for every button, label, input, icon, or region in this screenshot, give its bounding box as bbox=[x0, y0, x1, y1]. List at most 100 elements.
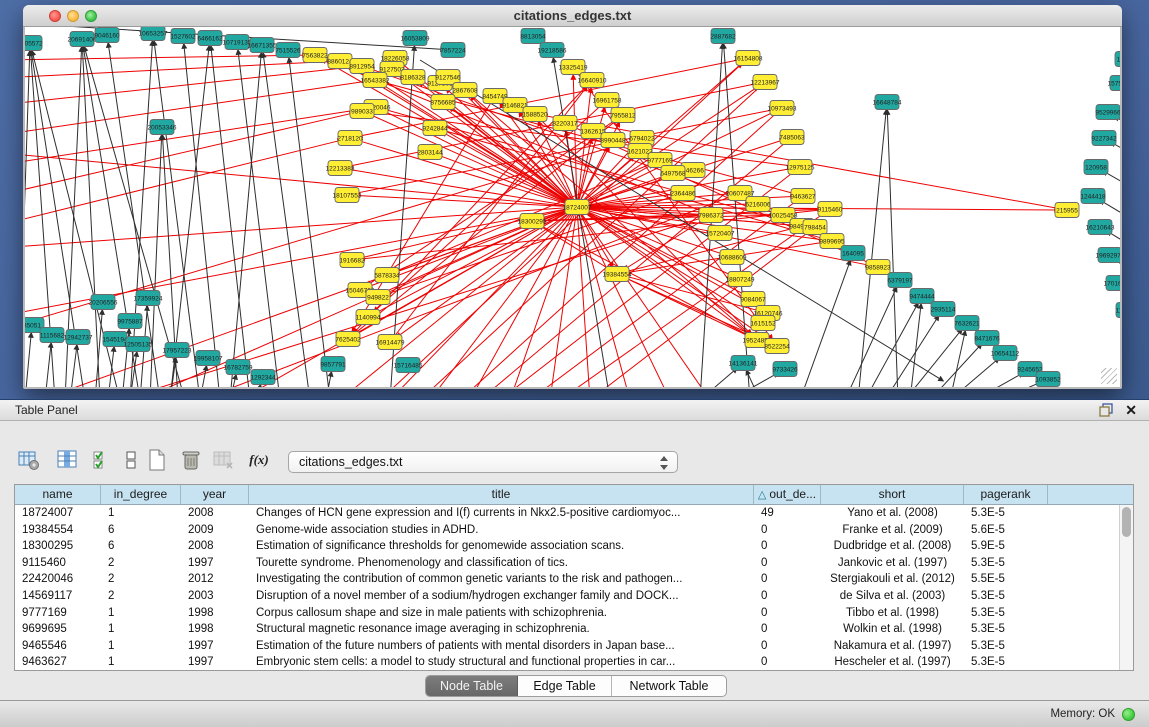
graph-node-label: 9858923 bbox=[865, 264, 891, 271]
table-row[interactable]: 1456911722003Disruption of a novel membe… bbox=[15, 588, 1119, 605]
table-selector[interactable]: citations_edges.txt bbox=[288, 451, 678, 473]
table-row[interactable]: 969969511998Structural magnetic resonanc… bbox=[15, 621, 1119, 638]
select-rows-icon[interactable] bbox=[88, 445, 118, 475]
graph-edge[interactable] bbox=[108, 347, 114, 387]
delete-table-icon[interactable] bbox=[176, 445, 206, 475]
graph-edge[interactable] bbox=[238, 50, 280, 387]
column-header-short[interactable]: short bbox=[821, 485, 964, 504]
graph-node-label: 2803144 bbox=[417, 149, 443, 156]
graph-edge[interactable] bbox=[230, 53, 261, 387]
table-row[interactable]: 1938455462009Genome-wide association stu… bbox=[15, 522, 1119, 539]
graph-edge[interactable] bbox=[70, 345, 77, 387]
tab-node-table[interactable]: Node Table bbox=[426, 676, 518, 696]
graph-edge[interactable] bbox=[885, 316, 939, 387]
graph-edge[interactable] bbox=[975, 373, 1023, 387]
table-row[interactable]: 977716911998Corpus callosum shape and si… bbox=[15, 605, 1119, 622]
tab-edge-table[interactable]: Edge Table bbox=[518, 676, 612, 696]
close-panel-icon[interactable]: ✕ bbox=[1125, 402, 1137, 418]
tab-network-table[interactable]: Network Table bbox=[612, 676, 726, 696]
table-cell: 0 bbox=[754, 522, 821, 539]
graph-edge[interactable] bbox=[263, 53, 310, 387]
table-settings-icon[interactable] bbox=[14, 445, 44, 475]
graph-edge[interactable] bbox=[845, 287, 897, 387]
float-window-icon[interactable] bbox=[1099, 403, 1113, 417]
graph-node-label: 10973493 bbox=[768, 105, 797, 112]
graph-edge[interactable] bbox=[25, 55, 307, 60]
column-header-name[interactable]: name bbox=[15, 485, 101, 504]
graph-edge[interactable] bbox=[150, 135, 162, 387]
new-table-icon[interactable] bbox=[142, 445, 172, 475]
graph-edge[interactable] bbox=[25, 61, 332, 78]
table-row[interactable]: 1872400712008Changes of HCN gene express… bbox=[15, 505, 1119, 522]
network-window: citations_edges.txt 18724007756382288601… bbox=[23, 5, 1122, 389]
table-scrollbar[interactable] bbox=[1119, 505, 1133, 670]
graph-node-label: 2405572 bbox=[25, 40, 43, 47]
memory-status-indicator[interactable] bbox=[1122, 708, 1135, 721]
graph-edge[interactable] bbox=[25, 81, 367, 135]
graph-node-label: 6497568 bbox=[660, 170, 686, 177]
graph-edge[interactable] bbox=[930, 344, 982, 387]
window-titlebar[interactable]: citations_edges.txt bbox=[23, 5, 1122, 27]
table-cell: Yano et al. (2008) bbox=[821, 505, 964, 522]
table-row[interactable]: 946554611997Estimation of the future num… bbox=[15, 638, 1119, 655]
table-cell: Nakamura et al. (1997) bbox=[821, 638, 964, 655]
graph-edge[interactable] bbox=[950, 331, 965, 387]
graph-edge[interactable] bbox=[45, 343, 51, 387]
graph-node-label: 8186328 bbox=[400, 74, 426, 81]
function-builder-icon[interactable]: f(x) bbox=[244, 445, 274, 475]
import-table-icon-disabled bbox=[208, 445, 238, 475]
graph-edge[interactable] bbox=[211, 46, 250, 387]
graph-edge[interactable] bbox=[905, 329, 962, 387]
graph-edge[interactable] bbox=[420, 60, 943, 381]
table-row[interactable]: 946362711997Embryonic stem cells: a mode… bbox=[15, 654, 1119, 670]
table-cell: 1 bbox=[101, 605, 181, 622]
column-header-pagerank[interactable]: pagerank bbox=[964, 485, 1048, 504]
graph-edge[interactable] bbox=[513, 207, 577, 387]
graph-edge[interactable] bbox=[950, 358, 999, 387]
scrollbar-thumb[interactable] bbox=[1122, 507, 1131, 537]
graph-node-label: 2867608 bbox=[452, 87, 478, 94]
table-cell: Tourette syndrome. Phenomenology and cla… bbox=[249, 555, 754, 572]
graph-edge[interactable] bbox=[865, 303, 918, 387]
graph-edge[interactable] bbox=[289, 58, 330, 387]
graph-node-label: 15720407 bbox=[706, 230, 735, 237]
graph-edge[interactable] bbox=[730, 373, 778, 387]
graph-node-label: 19384554 bbox=[603, 271, 632, 278]
column-header-in-degree[interactable]: in_degree bbox=[101, 485, 181, 504]
table-row[interactable]: 2242004622012Investigating the contribut… bbox=[15, 571, 1119, 588]
table-cell: 5.3E-5 bbox=[964, 555, 1048, 572]
table-row[interactable]: 1830029562008Estimation of significance … bbox=[15, 538, 1119, 555]
network-canvas[interactable]: 1872400775638228860124891295418226058912… bbox=[25, 27, 1120, 387]
graph-node-label: 798454 bbox=[804, 224, 826, 231]
table-cell: 0 bbox=[754, 571, 821, 588]
column-header-out-degree[interactable]: △out_de... bbox=[754, 485, 821, 504]
graph-node-label: 1292344 bbox=[250, 374, 276, 381]
network-graph[interactable]: 1872400775638228860124891295418226058912… bbox=[25, 27, 1120, 387]
column-header-title[interactable]: title bbox=[249, 485, 754, 504]
graph-edge[interactable] bbox=[25, 333, 31, 387]
table-column-icon[interactable] bbox=[52, 445, 82, 475]
graph-edge[interactable] bbox=[200, 366, 207, 387]
graph-node-label: 7986372 bbox=[698, 212, 724, 219]
memory-status-label: Memory: OK bbox=[1050, 708, 1115, 720]
table-cell: 5.3E-5 bbox=[964, 638, 1048, 655]
resize-grip-icon[interactable] bbox=[1101, 368, 1117, 384]
graph-edge[interactable] bbox=[887, 110, 898, 387]
table-panel: Table Panel ✕ bbox=[0, 399, 1149, 727]
table-row[interactable]: 911546021997Tourette syndrome. Phenomeno… bbox=[15, 555, 1119, 572]
graph-edge[interactable] bbox=[700, 368, 737, 387]
graph-node-label: 12213383 bbox=[326, 165, 355, 172]
column-header-year[interactable]: year bbox=[181, 485, 249, 504]
graph-node-label: 20691406 bbox=[68, 36, 97, 43]
graph-node-label: 9975887 bbox=[117, 318, 143, 325]
table-cell: 5.9E-5 bbox=[964, 538, 1048, 555]
graph-edge[interactable] bbox=[48, 207, 577, 387]
graph-edge[interactable] bbox=[184, 44, 220, 387]
graph-edge[interactable] bbox=[800, 261, 850, 387]
table-cell: 5.3E-5 bbox=[964, 654, 1048, 670]
graph-edge[interactable] bbox=[256, 385, 261, 387]
graph-node-label: 10653257 bbox=[139, 30, 168, 37]
graph-edge[interactable] bbox=[84, 47, 185, 387]
table-cell: 2008 bbox=[181, 505, 249, 522]
graph-node-label: 949822 bbox=[367, 294, 389, 301]
